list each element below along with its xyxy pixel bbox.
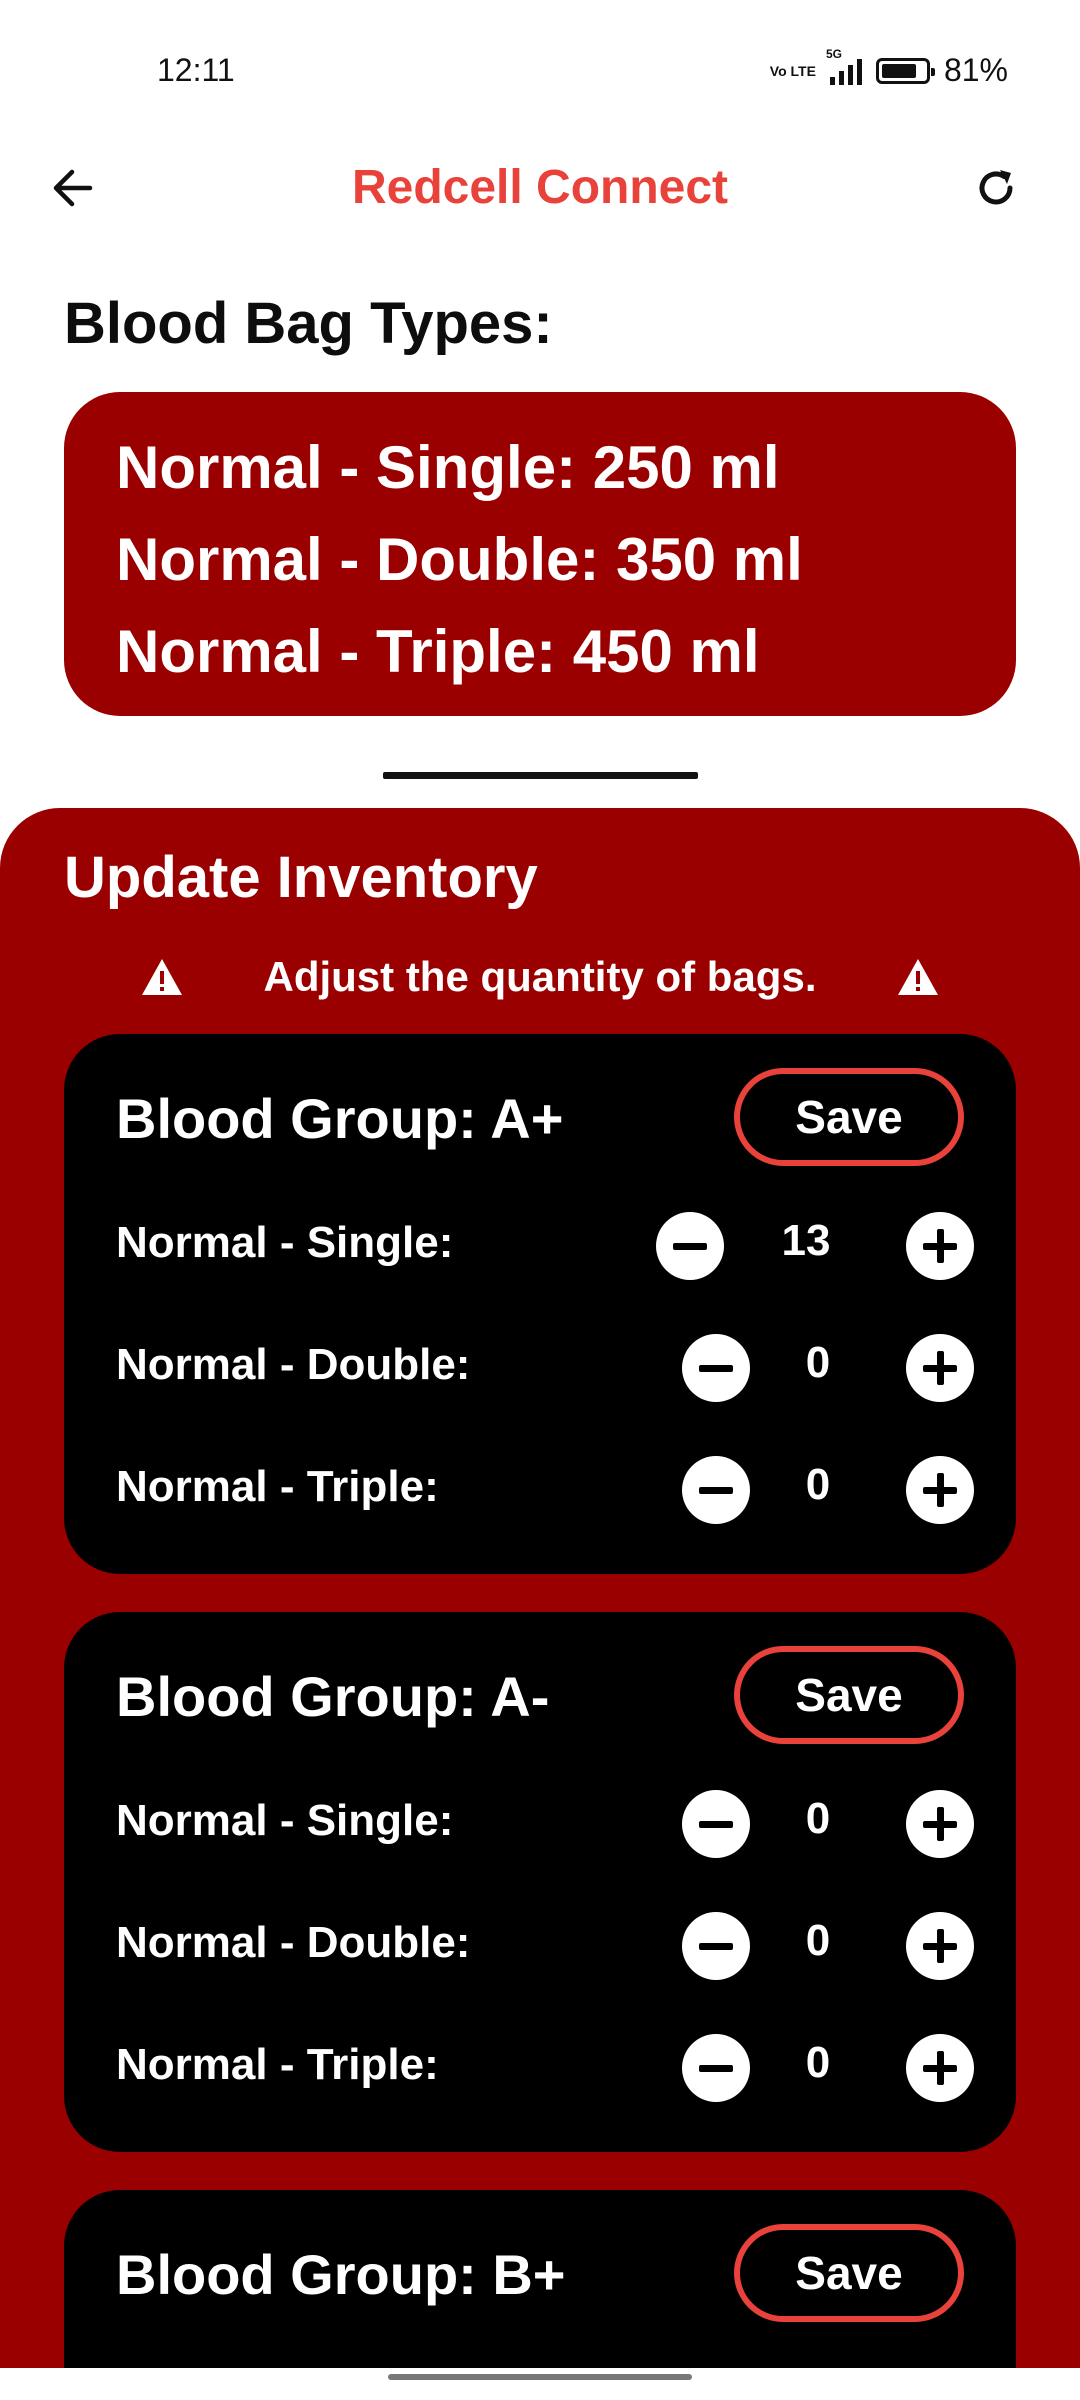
bag-row-label: Normal - Triple:: [116, 1462, 439, 1511]
decrement-button[interactable]: [682, 1790, 750, 1858]
app-header: Redcell Connect: [0, 140, 1080, 236]
warning-icon: [142, 959, 182, 995]
bag-row-label: Normal - Single:: [116, 1218, 454, 1267]
decrement-button[interactable]: [682, 2034, 750, 2102]
inventory-note: Adjust the quantity of bags.: [140, 953, 940, 1001]
network-type-label: 5G: [825, 46, 842, 61]
minus-icon: [699, 1486, 733, 1494]
status-bar: 12:11 Vo LTE 5G 81%: [0, 0, 1080, 140]
quantity-value: 0: [805, 1338, 831, 1387]
bag-row-label: Normal - Single:: [116, 1796, 454, 1845]
warning-icon: [898, 959, 938, 995]
inventory-panel[interactable]: Update Inventory Adjust the quantity of …: [0, 808, 1080, 2368]
bag-row-triple: Normal - Triple: 0: [116, 2028, 974, 2108]
save-button[interactable]: Save: [734, 1068, 964, 1166]
battery-percent: 81%: [943, 52, 1008, 88]
decrement-button[interactable]: [682, 1912, 750, 1980]
blood-group-card-b-pos: Blood Group: B+ Save: [64, 2190, 1016, 2368]
increment-button[interactable]: [906, 1912, 974, 1980]
increment-button[interactable]: [906, 1790, 974, 1858]
app-title: Redcell Connect: [351, 161, 729, 214]
bag-row-double: Normal - Double: 0: [116, 1328, 974, 1408]
bag-row-triple: Normal - Triple: 0: [116, 1450, 974, 1530]
quantity-value: 0: [805, 2038, 831, 2087]
bag-types-title: Blood Bag Types:: [64, 291, 553, 356]
signal-icon: 5G: [826, 47, 862, 85]
blood-group-card-a-pos: Blood Group: A+ Save Normal - Single: 13…: [64, 1034, 1016, 1574]
blood-group-card-a-neg: Blood Group: A- Save Normal - Single: 0 …: [64, 1612, 1016, 2152]
blood-group-title: Blood Group: A-: [116, 1665, 550, 1728]
bag-row-single: Normal - Single: 13: [116, 1206, 974, 1286]
status-time: 12:11: [157, 52, 235, 88]
refresh-icon: [979, 170, 1013, 205]
increment-button[interactable]: [906, 2034, 974, 2102]
decrement-button[interactable]: [656, 1212, 724, 1280]
status-icons: Vo LTE 5G 81%: [769, 47, 1008, 89]
blood-group-title: Blood Group: A+: [116, 1087, 564, 1150]
decrement-button[interactable]: [682, 1334, 750, 1402]
refresh-button[interactable]: [970, 162, 1022, 214]
quantity-value: 0: [805, 1916, 831, 1965]
increment-button[interactable]: [906, 1456, 974, 1524]
bag-row-label: Normal - Double:: [116, 1918, 471, 1967]
inventory-title: Update Inventory: [64, 845, 538, 910]
inventory-note-text: Adjust the quantity of bags.: [263, 953, 817, 1000]
bag-row-label: Normal - Double:: [116, 1340, 471, 1389]
bag-row-single: Normal - Single: 0: [116, 1784, 974, 1864]
quantity-value: 0: [805, 1460, 831, 1509]
minus-icon: [699, 2064, 733, 2072]
save-button[interactable]: Save: [734, 2224, 964, 2322]
bag-row-label: Normal - Triple:: [116, 2040, 439, 2089]
decrement-button[interactable]: [682, 1456, 750, 1524]
bag-type-line: Normal - Triple: 450 ml: [116, 618, 760, 685]
section-divider: [383, 772, 698, 779]
minus-icon: [699, 1820, 733, 1828]
battery-icon: [875, 57, 935, 84]
minus-icon: [673, 1242, 707, 1250]
volte-indicator: Vo LTE: [769, 62, 816, 79]
quantity-value: 13: [781, 1216, 831, 1265]
bag-types-card: Normal - Single: 250 ml Normal - Double:…: [64, 392, 1016, 716]
bag-row-double: Normal - Double: 0: [116, 1906, 974, 1986]
blood-group-title: Blood Group: B+: [116, 2243, 566, 2306]
minus-icon: [699, 1942, 733, 1950]
increment-button[interactable]: [906, 1334, 974, 1402]
bag-type-line: Normal - Single: 250 ml: [116, 434, 780, 501]
gesture-nav-handle[interactable]: [388, 2374, 692, 2380]
bag-type-line: Normal - Double: 350 ml: [116, 526, 803, 593]
quantity-value: 0: [805, 1794, 831, 1843]
increment-button[interactable]: [906, 1212, 974, 1280]
minus-icon: [699, 1364, 733, 1372]
save-button[interactable]: Save: [734, 1646, 964, 1744]
